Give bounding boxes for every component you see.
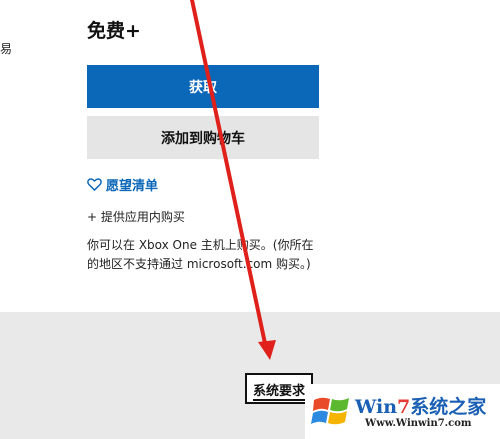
watermark-brand-prefix: Win — [355, 396, 398, 418]
clipped-left-text: 易 — [0, 42, 13, 56]
product-panel: 易 免费+ 获取 添加到购物车 愿望清单 + 提供应用内购买 你可以在 Xbox… — [0, 0, 500, 312]
watermark-url: Www.Winwin7.com — [365, 418, 472, 429]
system-requirements-tab[interactable]: 系统要求 — [245, 373, 314, 404]
heart-icon — [87, 178, 102, 191]
watermark-brand: Win7系统之家 — [355, 392, 486, 419]
watermark-brand-suffix: 系统之家 — [410, 396, 487, 418]
wishlist-link[interactable]: 愿望清单 — [87, 175, 158, 194]
store-page: 易 免费+ 获取 添加到购物车 愿望清单 + 提供应用内购买 你可以在 Xbox… — [0, 0, 500, 439]
add-to-cart-button[interactable]: 添加到购物车 — [87, 116, 319, 159]
get-button[interactable]: 获取 — [87, 65, 319, 108]
watermark: Win7系统之家 Www.Winwin7.com — [305, 384, 500, 439]
system-requirements-label: 系统要求 — [253, 384, 306, 401]
windows-logo-icon — [311, 397, 349, 425]
watermark-brand-seven: 7 — [397, 396, 411, 418]
in-app-purchase-note: + 提供应用内购买 — [87, 210, 185, 224]
price-label: 免费+ — [87, 20, 141, 42]
availability-description: 你可以在 Xbox One 主机上购买。(你所在的地区不支持通过 microso… — [87, 238, 314, 271]
wishlist-label: 愿望清单 — [106, 179, 159, 194]
